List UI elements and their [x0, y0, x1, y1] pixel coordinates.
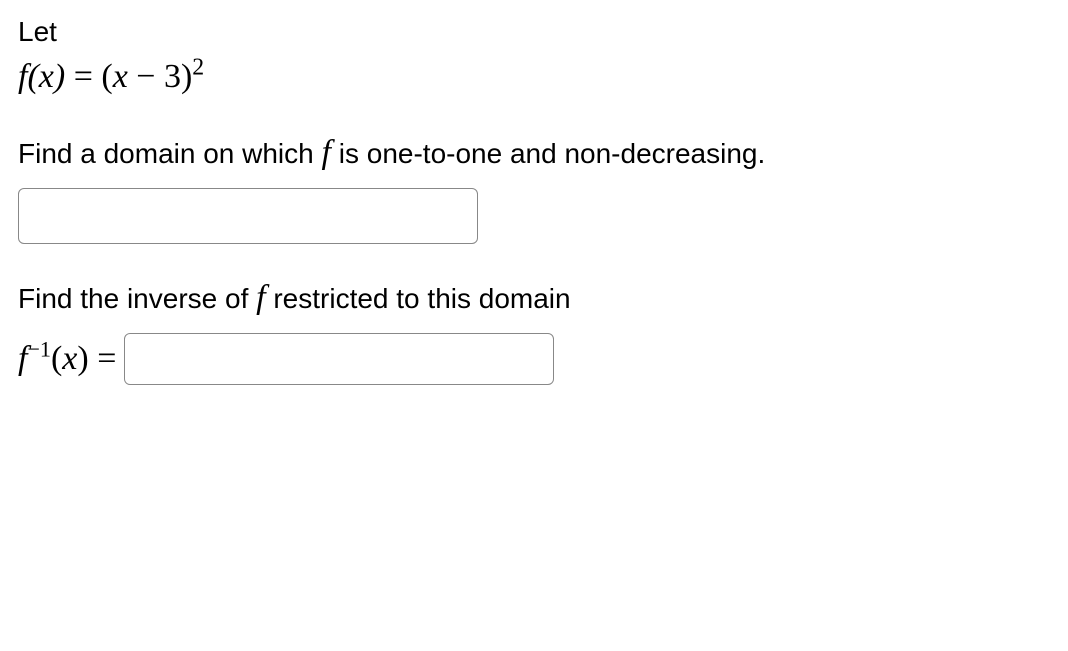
question2-text-part2: restricted to this domain: [266, 283, 571, 314]
formula-lhs: f(x): [18, 58, 65, 95]
formula-x: x: [113, 58, 128, 95]
inverse-open-paren: (: [51, 340, 62, 377]
let-text: Let: [18, 12, 1050, 51]
inverse-close-paren: ): [77, 340, 88, 377]
inverse-equals: =: [89, 340, 117, 377]
inverse-exponent: −1: [27, 337, 51, 362]
question2-f: f: [256, 279, 265, 316]
formula-equals: =: [65, 58, 101, 95]
question1-f: f: [322, 134, 331, 171]
inverse-input[interactable]: [124, 333, 554, 385]
formula-open-paren: (: [101, 58, 112, 95]
question1-text-part2: is one-to-one and non-decreasing.: [331, 138, 765, 169]
inverse-x: x: [62, 340, 77, 377]
question2-text-part1: Find the inverse of: [18, 283, 256, 314]
question1-prompt: Find a domain on which f is one-to-one a…: [18, 127, 1050, 178]
question2-prompt: Find the inverse of f restricted to this…: [18, 272, 1050, 323]
formula-minus-close: − 3): [128, 58, 193, 95]
function-definition: f(x) = (x − 3)2: [18, 55, 1050, 99]
domain-input[interactable]: [18, 188, 478, 244]
formula-exponent: 2: [192, 55, 204, 81]
inverse-label: f−1(x) =: [18, 340, 116, 378]
inverse-row: f−1(x) =: [18, 333, 1050, 385]
question1-text-part1: Find a domain on which: [18, 138, 322, 169]
